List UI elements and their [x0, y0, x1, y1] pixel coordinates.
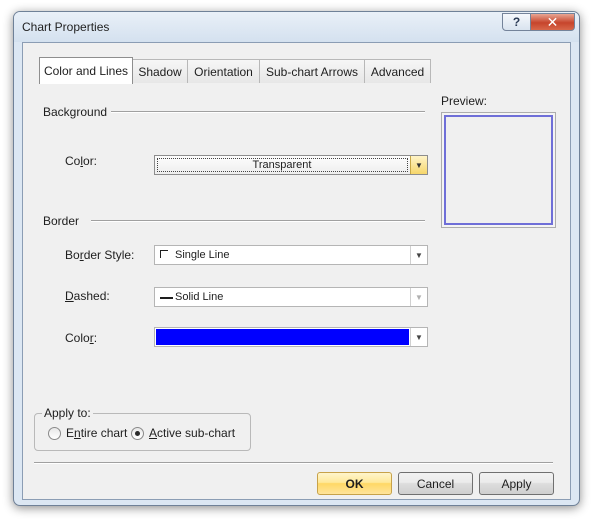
tab-sub-chart-arrows[interactable]: Sub-chart Arrows [259, 59, 365, 83]
tab-label: Orientation [194, 64, 253, 79]
title-bar[interactable]: Chart Properties ? ✕ [14, 12, 579, 42]
tab-advanced[interactable]: Advanced [364, 59, 431, 83]
border-style-dropdown[interactable]: Single Line ▼ [154, 245, 428, 265]
preview-border [444, 115, 553, 225]
tab-label: Color and Lines [43, 64, 129, 78]
apply-to-group: Apply to: Entire chart Active sub-chart [34, 406, 251, 451]
solid-line-icon [160, 297, 173, 299]
tab-label: Sub-chart Arrows [265, 64, 359, 79]
apply-button[interactable]: Apply [479, 472, 554, 495]
chevron-down-icon[interactable]: ▼ [410, 328, 427, 346]
background-divider [111, 111, 425, 113]
help-icon: ? [512, 15, 521, 29]
background-color-value: Transparent [252, 159, 312, 171]
border-style-label: Border Style: [65, 248, 135, 262]
dialog-body: Color and Lines Shadow Orientation Sub-c… [22, 42, 571, 500]
close-icon: ✕ [546, 13, 559, 30]
radio-checked-icon [131, 426, 144, 440]
chevron-down-icon[interactable]: ▼ [410, 288, 427, 306]
window-title: Chart Properties [22, 20, 110, 34]
chevron-down-icon[interactable]: ▼ [410, 156, 427, 174]
preview-panel [441, 112, 556, 228]
tab-orientation[interactable]: Orientation [187, 59, 260, 83]
border-divider [91, 220, 425, 222]
border-style-value: Single Line [175, 249, 230, 261]
active-sub-chart-radio[interactable]: Active sub-chart [131, 426, 235, 440]
dashed-value: Solid Line [175, 291, 224, 303]
close-button[interactable]: ✕ [530, 13, 575, 31]
background-section-label: Background [43, 105, 108, 119]
tab-color-and-lines[interactable]: Color and Lines [39, 57, 133, 84]
entire-chart-radio[interactable]: Entire chart [48, 426, 127, 440]
tab-shadow[interactable]: Shadow [132, 59, 188, 83]
help-button[interactable]: ? [502, 13, 531, 31]
footer-divider [34, 462, 553, 464]
chevron-down-icon[interactable]: ▼ [410, 246, 427, 264]
border-section-label: Border [43, 214, 80, 228]
entire-chart-label: Entire chart [66, 426, 128, 440]
cancel-button[interactable]: Cancel [398, 472, 473, 495]
single-line-border-icon [160, 250, 168, 258]
active-sub-chart-label: Active sub-chart [149, 426, 236, 440]
background-color-label: Color: [65, 154, 98, 168]
tab-label: Shadow [138, 64, 182, 79]
dashed-label: Dashed: [65, 289, 110, 303]
radio-unchecked-icon [48, 426, 61, 440]
apply-to-title: Apply to: [42, 406, 93, 420]
preview-label: Preview: [441, 94, 488, 108]
border-color-dropdown[interactable]: ▼ [154, 327, 428, 347]
dashed-dropdown[interactable]: Solid Line ▼ [154, 287, 428, 307]
ok-button[interactable]: OK [317, 472, 392, 495]
chart-properties-dialog: Chart Properties ? ✕ Color and Lines Sha… [13, 11, 580, 506]
border-color-swatch [156, 329, 409, 345]
tab-label: Advanced [370, 64, 425, 79]
background-color-dropdown[interactable]: Transparent ▼ [154, 155, 428, 175]
border-color-label: Color: [65, 331, 98, 345]
